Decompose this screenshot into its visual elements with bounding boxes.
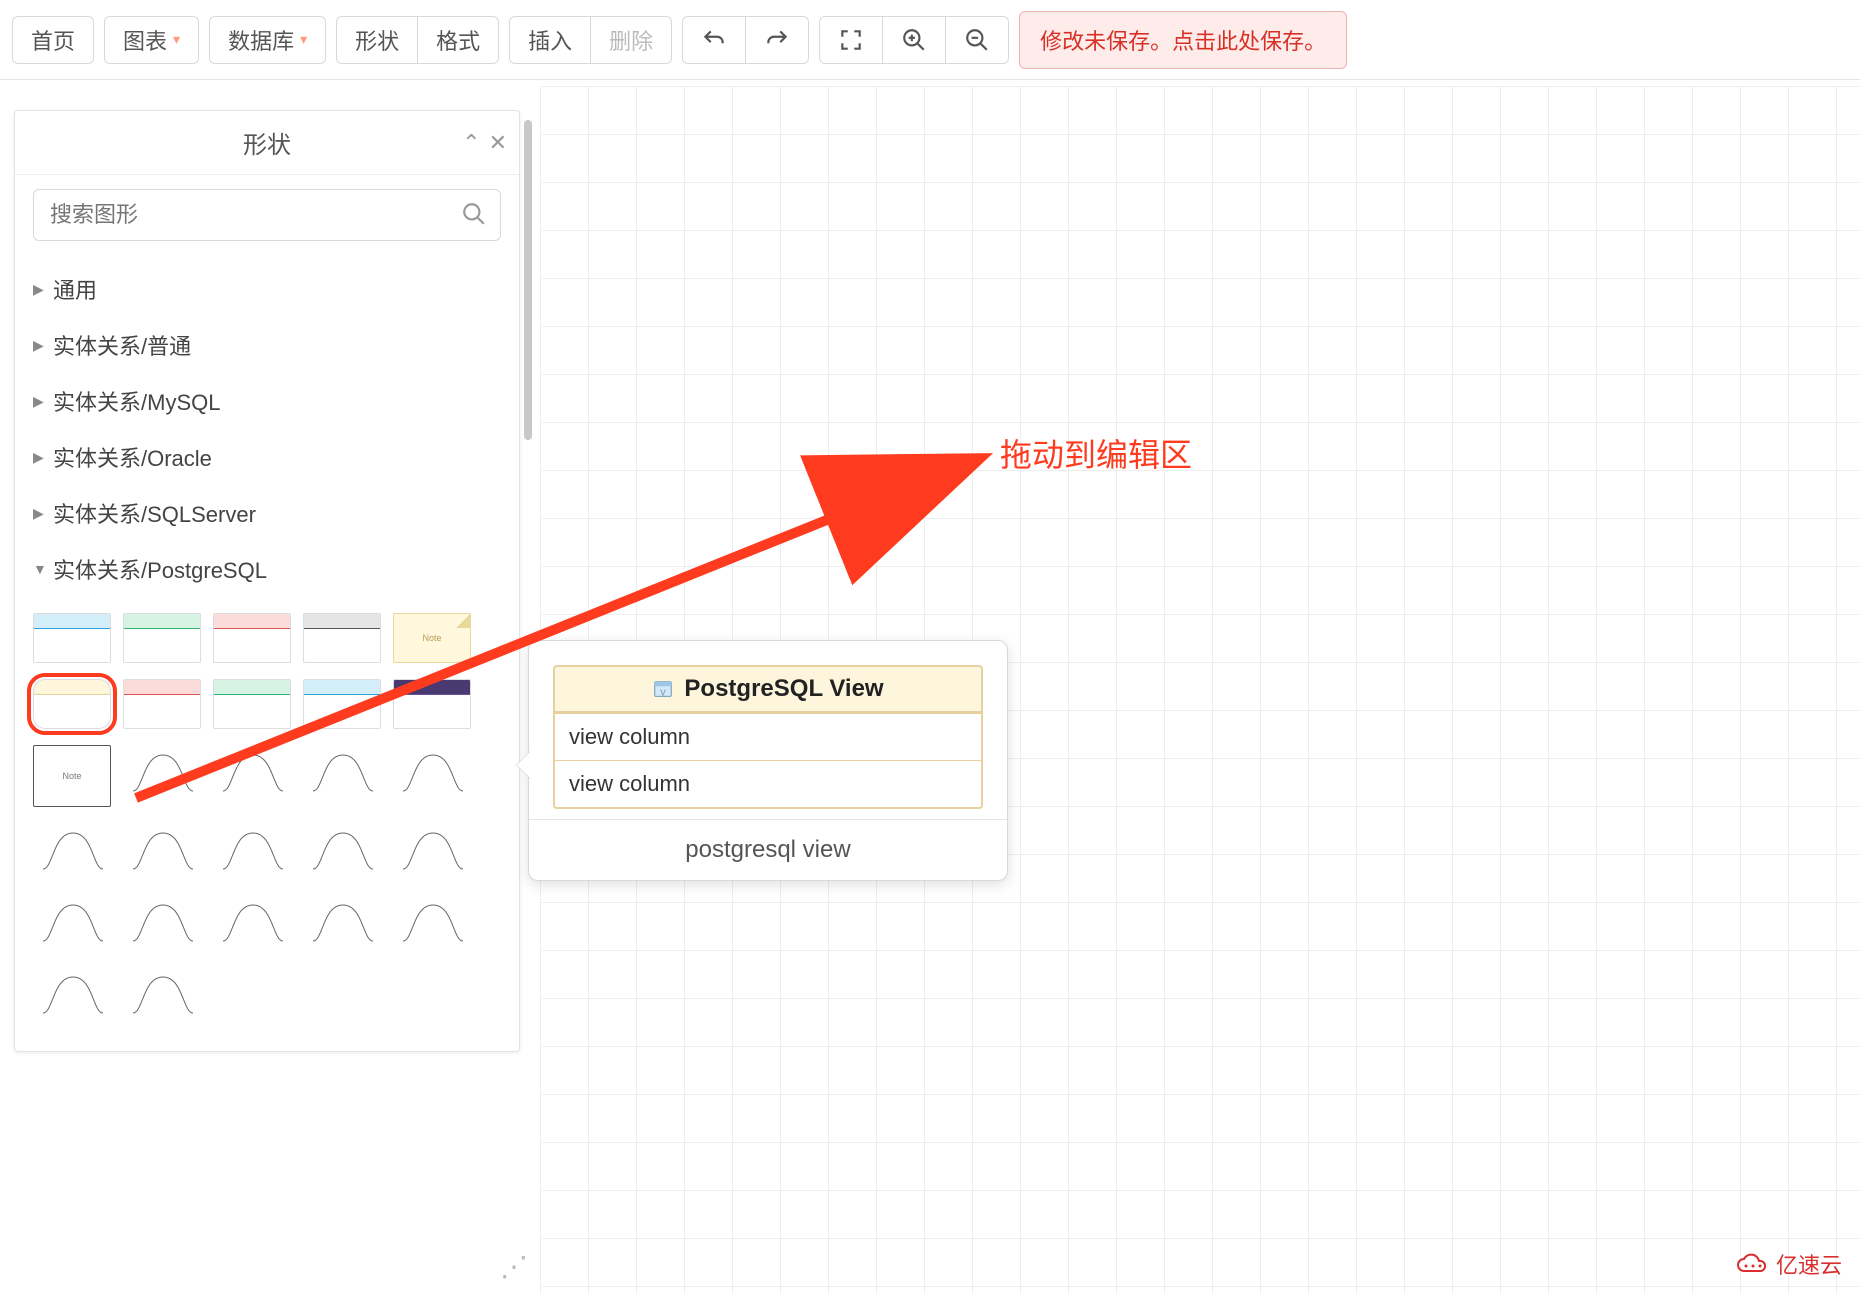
shape-connector-7[interactable] <box>213 823 291 879</box>
shape-pg-type-blue[interactable] <box>303 679 381 729</box>
shape-pg-function[interactable] <box>213 679 291 729</box>
annotation-text: 拖动到编辑区 <box>1000 430 1192 476</box>
home-button[interactable]: 首页 <box>12 16 94 64</box>
category-er-sqlserver[interactable]: ▶ 实体关系/SQLServer <box>33 485 501 541</box>
shape-connector-11[interactable] <box>123 895 201 951</box>
search-icon[interactable] <box>461 201 487 232</box>
triangle-right-icon: ▶ <box>33 393 47 410</box>
shape-connector-6[interactable] <box>123 823 201 879</box>
shape-format-group: 形状 格式 <box>336 16 499 64</box>
chart-dropdown[interactable]: 图表 ▾ <box>104 16 199 64</box>
preview-column: view column <box>555 760 981 807</box>
zoom-in-icon <box>901 27 927 53</box>
shape-connector-4[interactable] <box>393 745 471 801</box>
save-notice[interactable]: 修改未保存。点击此处保存。 <box>1019 11 1347 69</box>
shape-connector-10[interactable] <box>33 895 111 951</box>
shape-connector-9[interactable] <box>393 823 471 879</box>
undo-button[interactable] <box>682 16 745 64</box>
category-er-postgresql[interactable]: ▼ 实体关系/PostgreSQL <box>33 541 501 597</box>
svg-text:V: V <box>661 688 667 697</box>
shape-connector-2[interactable] <box>213 745 291 801</box>
category-er-mysql[interactable]: ▶ 实体关系/MySQL <box>33 373 501 429</box>
shapes-grid: Note Note <box>33 597 501 1023</box>
shape-connector-3[interactable] <box>303 745 381 801</box>
panel-header: 形状 ⌃ ✕ <box>15 111 519 175</box>
shape-connector-5[interactable] <box>33 823 111 879</box>
category-er-oracle[interactable]: ▶ 实体关系/Oracle <box>33 429 501 485</box>
preview-title: PostgreSQL View <box>684 675 883 703</box>
shape-connector-13[interactable] <box>303 895 381 951</box>
category-label: 实体关系/PostgreSQL <box>53 553 267 585</box>
shape-pg-view[interactable] <box>33 679 111 729</box>
chevron-down-icon: ▾ <box>173 31 180 48</box>
chevron-down-icon: ▾ <box>300 31 307 48</box>
category-general[interactable]: ▶ 通用 <box>33 261 501 317</box>
note-label: Note <box>422 633 441 643</box>
view-group <box>819 16 1009 64</box>
shape-button[interactable]: 形状 <box>336 16 417 64</box>
watermark-label: 亿速云 <box>1776 1248 1842 1280</box>
zoom-in-button[interactable] <box>882 16 945 64</box>
resize-handle-icon[interactable]: ⋰ <box>500 1250 528 1283</box>
shape-pg-type-red[interactable] <box>123 679 201 729</box>
triangle-down-icon: ▼ <box>33 561 47 577</box>
shape-connector-12[interactable] <box>213 895 291 951</box>
redo-icon <box>764 27 790 53</box>
fullscreen-button[interactable] <box>819 16 882 64</box>
shape-note[interactable]: Note <box>393 613 471 663</box>
preview-caption: postgresql view <box>529 819 1007 880</box>
triangle-right-icon: ▶ <box>33 505 47 522</box>
zoom-out-button[interactable] <box>945 16 1009 64</box>
undo-icon <box>701 27 727 53</box>
undo-redo-group <box>682 16 809 64</box>
shape-connector-8[interactable] <box>303 823 381 879</box>
note-label: Note <box>62 771 81 781</box>
shape-pg-table-blue[interactable] <box>33 613 111 663</box>
preview-table: V PostgreSQL View view column view colum… <box>553 665 983 809</box>
insert-button[interactable]: 插入 <box>509 16 590 64</box>
panel-title: 形状 <box>243 125 291 160</box>
database-label: 数据库 <box>228 24 294 56</box>
chart-label: 图表 <box>123 24 167 56</box>
panel-body: ▶ 通用 ▶ 实体关系/普通 ▶ 实体关系/MySQL ▶ 实体关系/Oracle ▶ 实… <box>15 175 519 1051</box>
category-label: 通用 <box>53 273 97 305</box>
triangle-right-icon: ▶ <box>33 281 47 298</box>
shape-connector-16[interactable] <box>123 967 201 1023</box>
fullscreen-icon <box>838 27 864 53</box>
shape-pg-table-gray[interactable] <box>303 613 381 663</box>
insert-delete-group: 插入 删除 <box>509 16 672 64</box>
view-icon: V <box>652 678 674 700</box>
category-label: 实体关系/Oracle <box>53 441 212 473</box>
close-icon[interactable]: ✕ <box>489 130 507 156</box>
shape-pg-table-green[interactable] <box>123 613 201 663</box>
shape-note-outline[interactable]: Note <box>33 745 111 807</box>
category-label: 实体关系/普通 <box>53 329 191 361</box>
zoom-out-icon <box>964 27 990 53</box>
triangle-right-icon: ▶ <box>33 449 47 466</box>
shape-connector-15[interactable] <box>33 967 111 1023</box>
category-label: 实体关系/SQLServer <box>53 497 256 529</box>
shape-connector-14[interactable] <box>393 895 471 951</box>
shapes-panel: 形状 ⌃ ✕ ▶ 通用 ▶ 实体关系/普通 ▶ 实体关系/MySQL ▶ 实体关系/Or… <box>14 110 520 1052</box>
toolbar: 首页 图表 ▾ 数据库 ▾ 形状 格式 插入 删除 修改未保存。点击此处保存。 <box>0 0 1860 80</box>
category-er-normal[interactable]: ▶ 实体关系/普通 <box>33 317 501 373</box>
redo-button[interactable] <box>745 16 809 64</box>
delete-button[interactable]: 删除 <box>590 16 672 64</box>
collapse-icon[interactable]: ⌃ <box>462 130 480 156</box>
database-dropdown[interactable]: 数据库 ▾ <box>209 16 326 64</box>
category-label: 实体关系/MySQL <box>53 385 220 417</box>
search-input[interactable] <box>33 189 501 241</box>
panel-scrollbar[interactable] <box>524 120 532 440</box>
shape-connector-1[interactable] <box>123 745 201 801</box>
cloud-icon <box>1736 1253 1770 1275</box>
shape-preview-popup: V PostgreSQL View view column view colum… <box>528 640 1008 881</box>
format-button[interactable]: 格式 <box>417 16 499 64</box>
triangle-right-icon: ▶ <box>33 337 47 354</box>
shape-pg-sequence[interactable] <box>393 679 471 729</box>
shape-pg-table-red[interactable] <box>213 613 291 663</box>
watermark: 亿速云 <box>1736 1248 1842 1280</box>
preview-column: view column <box>555 713 981 760</box>
